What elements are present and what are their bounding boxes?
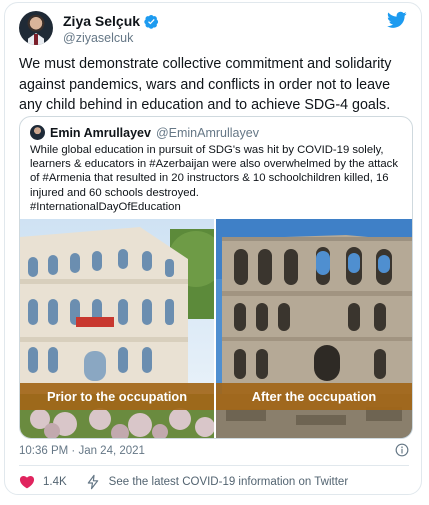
author-avatar[interactable] bbox=[19, 11, 53, 45]
quoted-text-block: While global education in pursuit of SDG… bbox=[30, 143, 406, 214]
tweet-text: We must demonstrate collective commitmen… bbox=[19, 56, 392, 113]
quoted-avatar bbox=[30, 125, 45, 140]
lightning-icon[interactable] bbox=[85, 474, 101, 490]
author-name-row: Ziya Selçuk bbox=[63, 13, 159, 29]
photo-before[interactable]: Prior to the occupation bbox=[20, 219, 214, 438]
quoted-hashtag[interactable]: #InternationalDayOfEducation bbox=[30, 200, 406, 214]
quoted-author-name: Emin Amrullayev bbox=[50, 125, 151, 140]
quoted-author-handle: @EminAmrullayev bbox=[155, 125, 259, 140]
like-count[interactable]: 1.4K bbox=[43, 476, 67, 488]
quoted-photos: Prior to the occupation After the occupa… bbox=[20, 219, 412, 438]
tweet-timestamp[interactable]: 10:36 PM · Jan 24, 2021 bbox=[19, 445, 145, 457]
quoted-tweet[interactable]: Emin Amrullayev @EminAmrullayev While gl… bbox=[19, 116, 413, 439]
tweet-header: Ziya Selçuk @ziyaselcuk bbox=[19, 11, 409, 47]
actions-divider bbox=[19, 465, 409, 466]
twitter-logo-icon[interactable] bbox=[387, 11, 407, 29]
verified-badge-icon bbox=[144, 14, 159, 29]
photo-before-caption: Prior to the occupation bbox=[20, 383, 214, 410]
photo-after[interactable]: After the occupation bbox=[216, 219, 412, 438]
heart-icon[interactable] bbox=[19, 474, 35, 490]
tweet-actions: 1.4K See the latest COVID-19 information… bbox=[19, 474, 348, 490]
quoted-text: While global education in pursuit of SDG… bbox=[30, 144, 398, 199]
author-name[interactable]: Ziya Selçuk bbox=[63, 13, 140, 29]
tweet-card: Ziya Selçuk @ziyaselcuk We must demonstr… bbox=[4, 2, 422, 495]
covid-info-link[interactable]: See the latest COVID-19 information on T… bbox=[109, 476, 348, 488]
author-handle[interactable]: @ziyaselcuk bbox=[63, 31, 133, 45]
quoted-header: Emin Amrullayev @EminAmrullayev bbox=[30, 125, 259, 140]
photo-after-caption: After the occupation bbox=[216, 383, 412, 410]
info-icon[interactable] bbox=[395, 443, 409, 457]
